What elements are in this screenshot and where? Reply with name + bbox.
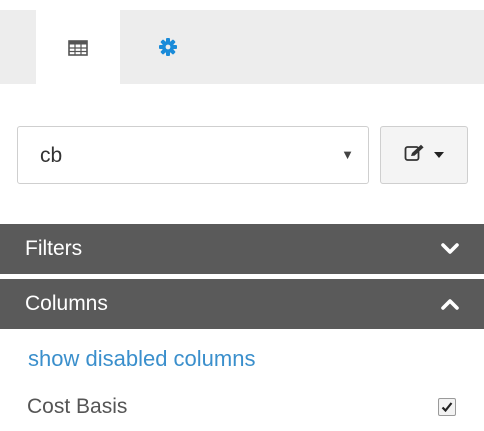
edit-icon [404,144,426,167]
columns-section-header[interactable]: Columns [0,279,484,329]
filters-title: Filters [25,237,83,260]
column-set-value: cb [40,144,63,167]
column-settings-panel: cb ▼ Filters Columns show disabled colum… [0,0,484,431]
column-item-checkbox[interactable] [438,398,456,416]
caret-down-icon [434,152,444,158]
columns-title: Columns [25,292,108,315]
filters-section-header[interactable]: Filters [0,224,484,274]
dropdown-arrow-icon: ▼ [341,147,354,162]
chevron-up-icon [440,295,460,318]
tab-table[interactable] [36,10,120,85]
gear-icon [158,37,178,57]
tab-settings[interactable] [128,10,208,84]
column-item-cost-basis: Cost Basis [0,392,484,428]
show-disabled-columns-link[interactable]: show disabled columns [28,346,255,372]
column-item-label: Cost Basis [27,395,128,418]
edit-dropdown-button[interactable] [380,126,468,184]
chevron-down-icon [440,240,460,263]
tab-bar [0,10,484,85]
checkmark-icon [441,402,453,413]
column-set-select[interactable]: cb ▼ [17,126,369,184]
table-icon [68,39,88,56]
